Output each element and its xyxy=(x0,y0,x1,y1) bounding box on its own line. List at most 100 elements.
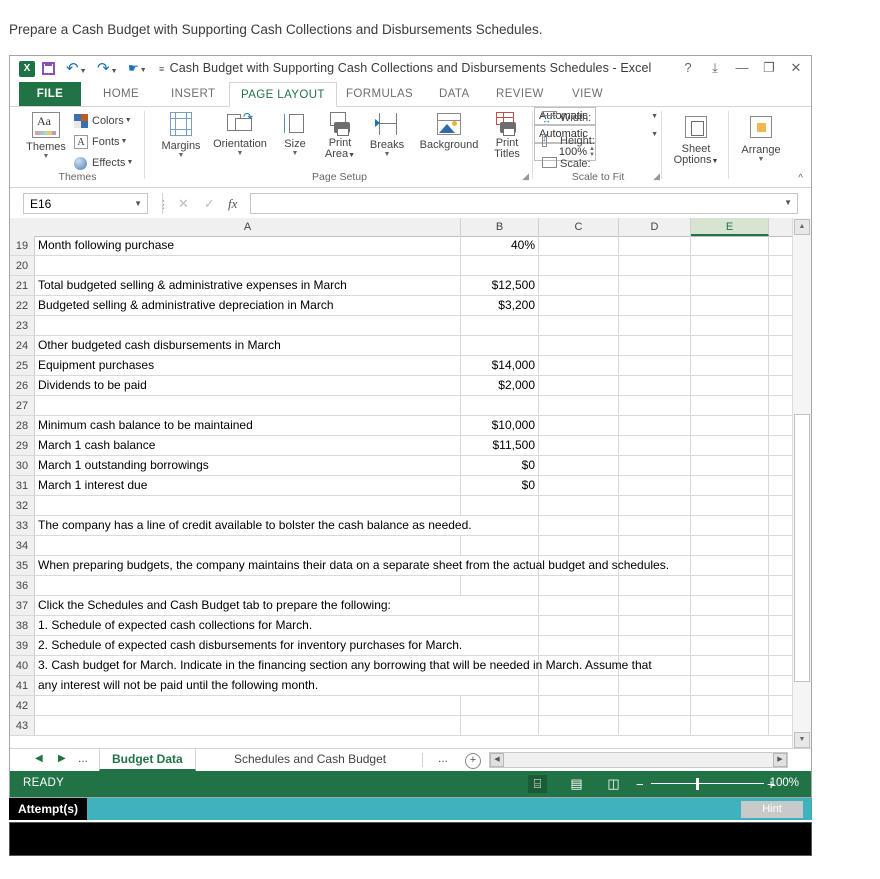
zoom-slider-thumb[interactable] xyxy=(696,778,699,790)
row-header-34[interactable]: 34 xyxy=(10,536,35,556)
cell-E23[interactable] xyxy=(691,316,769,336)
sheet-tabs-overflow-icon[interactable]: ... xyxy=(438,751,448,765)
tab-file[interactable]: FILE xyxy=(19,82,81,106)
row-header-31[interactable]: 31 xyxy=(10,476,35,496)
cell-A22[interactable]: Budgeted selling & administrative deprec… xyxy=(35,296,461,316)
answer-entry-panel[interactable] xyxy=(9,822,812,856)
size-button[interactable]: Size ▼ xyxy=(274,112,316,157)
cell-A34[interactable] xyxy=(35,536,461,556)
row-header-26[interactable]: 26 xyxy=(10,376,35,396)
breaks-button[interactable]: Breaks ▼ xyxy=(363,113,411,158)
cell-E28[interactable] xyxy=(691,416,769,436)
zoom-out-button[interactable]: − xyxy=(636,777,644,792)
cell-E19[interactable] xyxy=(691,236,769,256)
tab-insert[interactable]: INSERT xyxy=(160,82,226,106)
cell-F25[interactable] xyxy=(769,356,793,376)
cell-F43[interactable] xyxy=(769,716,793,736)
cell-D27[interactable] xyxy=(619,396,691,416)
cell-D30[interactable] xyxy=(619,456,691,476)
page-break-preview-icon[interactable]: ◫ xyxy=(604,775,623,793)
cell-E26[interactable] xyxy=(691,376,769,396)
cell-A35[interactable]: When preparing budgets, the company main… xyxy=(35,556,781,576)
cell-E25[interactable] xyxy=(691,356,769,376)
tab-home[interactable]: HOME xyxy=(92,82,150,106)
row-header-42[interactable]: 42 xyxy=(10,696,35,716)
cell-D25[interactable] xyxy=(619,356,691,376)
row-header-43[interactable]: 43 xyxy=(10,716,35,736)
cell-F20[interactable] xyxy=(769,256,793,276)
cell-B28[interactable]: $10,000 xyxy=(461,416,539,436)
row-header-36[interactable]: 36 xyxy=(10,576,35,596)
cell-B42[interactable] xyxy=(461,696,539,716)
cell-B34[interactable] xyxy=(461,536,539,556)
cell-C42[interactable] xyxy=(539,696,619,716)
cell-B26[interactable]: $2,000 xyxy=(461,376,539,396)
row-header-33[interactable]: 33 xyxy=(10,516,35,536)
cell-A41[interactable]: any interest will not be paid until the … xyxy=(35,676,781,696)
cell-A36[interactable] xyxy=(35,576,461,596)
cell-C34[interactable] xyxy=(539,536,619,556)
cell-E20[interactable] xyxy=(691,256,769,276)
column-header-b[interactable]: B xyxy=(461,218,539,236)
cell-B36[interactable] xyxy=(461,576,539,596)
cell-B31[interactable]: $0 xyxy=(461,476,539,496)
column-header-e[interactable]: E xyxy=(691,218,769,236)
cell-C27[interactable] xyxy=(539,396,619,416)
cell-D23[interactable] xyxy=(619,316,691,336)
cell-E24[interactable] xyxy=(691,336,769,356)
themes-button[interactable]: Aa Themes ▼ xyxy=(22,112,70,160)
cell-F42[interactable] xyxy=(769,696,793,716)
cell-E36[interactable] xyxy=(691,576,769,596)
cell-A20[interactable] xyxy=(35,256,461,276)
cell-C36[interactable] xyxy=(539,576,619,596)
tab-data[interactable]: DATA xyxy=(428,82,481,106)
cell-D20[interactable] xyxy=(619,256,691,276)
cell-A27[interactable] xyxy=(35,396,461,416)
cell-E21[interactable] xyxy=(691,276,769,296)
column-header-a[interactable]: A xyxy=(35,218,461,236)
cell-B29[interactable]: $11,500 xyxy=(461,436,539,456)
print-area-button[interactable]: Print Area▼ xyxy=(318,112,362,161)
cell-F36[interactable] xyxy=(769,576,793,596)
hint-button[interactable]: Hint xyxy=(741,801,803,818)
sheet-nav-more-icon[interactable]: ... xyxy=(78,751,88,765)
cell-D32[interactable] xyxy=(619,496,691,516)
cell-A30[interactable]: March 1 outstanding borrowings xyxy=(35,456,461,476)
formula-input[interactable]: ▼ xyxy=(250,193,798,214)
row-header-21[interactable]: 21 xyxy=(10,276,35,296)
cell-A19[interactable]: Month following purchase xyxy=(35,236,461,256)
cell-B23[interactable] xyxy=(461,316,539,336)
cell-C31[interactable] xyxy=(539,476,619,496)
cell-D43[interactable] xyxy=(619,716,691,736)
cell-A42[interactable] xyxy=(35,696,461,716)
row-header-25[interactable]: 25 xyxy=(10,356,35,376)
arrange-button[interactable]: Arrange ▼ xyxy=(736,116,786,163)
tab-view[interactable]: VIEW xyxy=(561,82,614,106)
row-header-30[interactable]: 30 xyxy=(10,456,35,476)
cell-F22[interactable] xyxy=(769,296,793,316)
cell-C20[interactable] xyxy=(539,256,619,276)
ribbon-display-options-icon[interactable]: ⤓ xyxy=(708,59,722,77)
cell-E22[interactable] xyxy=(691,296,769,316)
cell-C32[interactable] xyxy=(539,496,619,516)
column-header-c[interactable]: C xyxy=(539,218,619,236)
row-header-29[interactable]: 29 xyxy=(10,436,35,456)
name-box[interactable]: E16 ▼ xyxy=(23,193,148,214)
cell-A40[interactable]: 3. Cash budget for March. Indicate in th… xyxy=(35,656,781,676)
cell-C30[interactable] xyxy=(539,456,619,476)
cell-A37[interactable]: Click the Schedules and Cash Budget tab … xyxy=(35,596,781,616)
cell-D19[interactable] xyxy=(619,236,691,256)
cell-B25[interactable]: $14,000 xyxy=(461,356,539,376)
row-header-28[interactable]: 28 xyxy=(10,416,35,436)
cell-D29[interactable] xyxy=(619,436,691,456)
minimize-icon[interactable]: — xyxy=(735,59,749,77)
cell-B21[interactable]: $12,500 xyxy=(461,276,539,296)
cell-D24[interactable] xyxy=(619,336,691,356)
close-icon[interactable]: ✕ xyxy=(789,59,803,77)
cell-F27[interactable] xyxy=(769,396,793,416)
vertical-scrollbar[interactable]: ▲ ▼ xyxy=(792,218,811,749)
cell-E27[interactable] xyxy=(691,396,769,416)
cell-A23[interactable] xyxy=(35,316,461,336)
cell-B20[interactable] xyxy=(461,256,539,276)
tab-page-layout[interactable]: PAGE LAYOUT xyxy=(229,82,337,107)
